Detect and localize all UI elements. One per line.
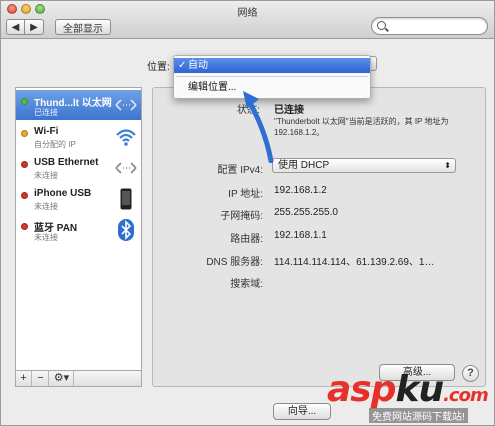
checkmark-icon: ✓: [178, 60, 187, 71]
location-menu-item-auto[interactable]: ✓ 自动: [174, 58, 370, 73]
service-list: Thund...lt 以太网 已连接 Wi-Fi 自分配的 IP USB Eth…: [15, 87, 142, 371]
service-status: 未连接: [34, 171, 58, 180]
location-menu-item-label: 自动: [188, 60, 208, 71]
service-item-iphone-usb[interactable]: iPhone USB 未连接: [16, 184, 141, 214]
ip-address-label: IP 地址:: [228, 189, 263, 200]
ethernet-arrows-icon: [115, 157, 137, 179]
config-ipv4-label: 配置 IPv4:: [217, 165, 263, 176]
subnet-mask-value: 255.255.255.0: [274, 207, 338, 218]
router-value: 192.168.1.1: [274, 230, 327, 241]
status-dot: [21, 192, 28, 199]
status-dot: [21, 98, 28, 105]
status-dot: [21, 130, 28, 137]
popup-arrows-icon: ⬍: [444, 161, 451, 170]
service-status: 未连接: [34, 233, 58, 242]
status-dot: [21, 161, 28, 168]
wifi-icon: [115, 126, 137, 148]
location-label: 位置:: [147, 62, 170, 73]
search-input[interactable]: [389, 19, 484, 33]
add-service-button[interactable]: +: [16, 371, 32, 386]
search-icon: [377, 21, 386, 30]
forward-button[interactable]: ▶: [25, 19, 44, 35]
gear-icon[interactable]: ⚙▾: [50, 371, 74, 386]
service-item-bluetooth-pan[interactable]: 蓝牙 PAN 未连接: [16, 215, 141, 245]
dns-server-value: 114.114.114.114、61.139.2.69、1…: [274, 257, 435, 268]
titlebar: 网络 ◀ ▶ 全部显示: [1, 1, 494, 39]
status-description: "Thunderbolt 以太网"当前是活跃的，其 IP 地址为 192.168…: [274, 117, 449, 137]
dns-server-label: DNS 服务器:: [206, 257, 263, 268]
config-ipv4-select[interactable]: 使用 DHCP ⬍: [272, 158, 456, 173]
bluetooth-icon: [115, 219, 137, 241]
router-label: 路由器:: [230, 234, 263, 245]
show-all-button[interactable]: 全部显示: [55, 19, 111, 35]
search-field[interactable]: [371, 17, 488, 35]
ethernet-arrows-icon: [115, 94, 137, 116]
annotation-arrow-icon: [243, 91, 274, 163]
service-name: USB Ethernet: [34, 157, 99, 168]
search-domain-label: 搜索域:: [230, 279, 263, 290]
service-item-usb-ethernet[interactable]: USB Ethernet 未连接: [16, 153, 141, 183]
service-name: Wi-Fi: [34, 126, 59, 137]
ip-address-value: 192.168.1.2: [274, 185, 327, 196]
service-status: 未连接: [34, 202, 58, 211]
subnet-mask-label: 子网掩码:: [220, 211, 263, 222]
menu-separator: [176, 76, 368, 77]
service-item-thunderbolt-ethernet[interactable]: Thund...lt 以太网 已连接: [16, 90, 141, 120]
service-name: iPhone USB: [34, 188, 92, 199]
network-preferences-window: 网络 ◀ ▶ 全部显示 位置: ✓ 自动 编辑位置... Thund...lt …: [0, 0, 495, 426]
watermark-logo: aspku.com: [327, 369, 489, 410]
watermark-subtitle: 免费网站源码下载站!: [369, 408, 468, 423]
service-item-wifi[interactable]: Wi-Fi 自分配的 IP: [16, 122, 141, 152]
remove-service-button[interactable]: −: [33, 371, 49, 386]
service-status: 已连接: [34, 108, 58, 117]
aspku-watermark: aspku.com 免费网站源码下载站!: [323, 369, 493, 425]
service-status: 自分配的 IP: [34, 140, 76, 149]
back-button[interactable]: ◀: [6, 19, 25, 35]
status-dot: [21, 223, 28, 230]
iphone-icon: [115, 188, 137, 210]
config-ipv4-value: 使用 DHCP: [278, 160, 330, 171]
service-list-toolbar: + − ⚙▾: [15, 371, 142, 387]
